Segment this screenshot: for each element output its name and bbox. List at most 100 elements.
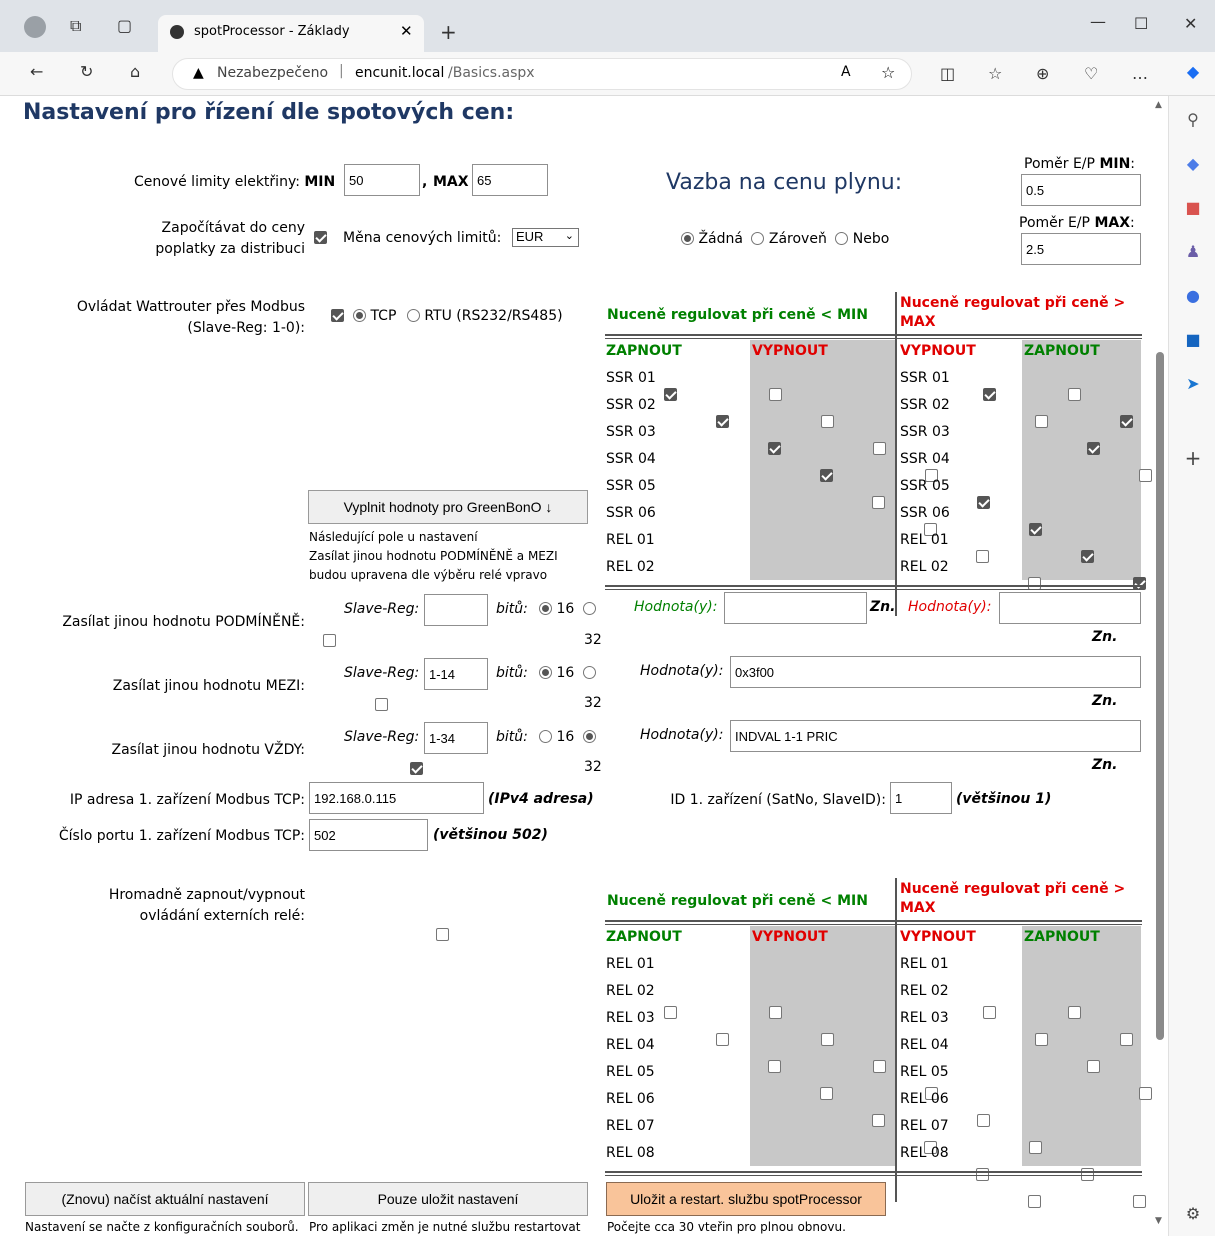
collections-icon[interactable]: ⊕ [1036,64,1049,83]
min-on-checkbox[interactable] [1028,1195,1041,1208]
mezi-values-input[interactable] [730,656,1141,688]
max-on-checkbox[interactable] [1120,415,1133,428]
settings-icon[interactable]: ⚙ [1183,1204,1203,1224]
maximize-icon[interactable]: ☐ [1134,14,1148,33]
browser-tab[interactable]: spotProcessor - Základy ✕ [158,15,424,52]
scroll-down-icon[interactable]: ▼ [1155,1216,1162,1226]
scrollbar-thumb[interactable] [1156,352,1164,1040]
id-input[interactable] [890,782,952,814]
scrollbar[interactable]: ▲ ▼ [1152,96,1168,1236]
min-off-checkbox[interactable] [769,388,782,401]
home-icon[interactable]: ⌂ [130,62,140,81]
read-aloud-icon[interactable]: A [841,64,851,80]
tab-actions-icon[interactable]: ▢ [117,16,132,35]
rtu-radio[interactable] [406,309,420,322]
min-on-checkbox[interactable] [976,550,989,563]
send-icon[interactable]: ➤ [1183,374,1203,394]
min-on-checkbox[interactable] [768,1060,781,1073]
min-off-checkbox[interactable] [821,1033,834,1046]
add-sidebar-icon[interactable]: + [1183,448,1203,468]
min-on-checkbox[interactable] [716,415,729,428]
mezi-32-radio[interactable] [582,666,596,679]
fill-greenbono-button[interactable]: Vyplnit hodnoty pro GreenBonO ↓ [308,490,588,524]
min-on-checkbox[interactable] [872,1114,885,1127]
refresh-icon[interactable]: ↻ [80,62,93,81]
gas-both-radio[interactable] [751,232,765,245]
reload-button[interactable]: (Znovu) načíst aktuální nastavení [25,1182,305,1216]
performance-icon[interactable]: ♡ [1084,64,1098,83]
gas-or-radio[interactable] [835,232,849,245]
favorites-icon[interactable]: ☆ [988,64,1002,83]
max-on-checkbox[interactable] [1120,1033,1133,1046]
min-off-checkbox[interactable] [1081,550,1094,563]
back-icon[interactable]: ← [30,62,43,81]
mezi-16-radio[interactable] [539,666,552,679]
modbus-checkbox[interactable] [331,309,345,322]
cond-min-values-input[interactable] [724,592,867,624]
always-reg-input[interactable] [424,722,488,754]
send-mezi-checkbox[interactable] [375,698,389,711]
port-input[interactable] [309,819,428,851]
always-16-radio[interactable] [539,730,552,743]
tcp-radio[interactable] [353,309,366,322]
currency-select[interactable]: EUR ⌄ [512,228,579,247]
cond-32-radio[interactable] [582,602,596,615]
min-on-checkbox[interactable] [820,469,833,482]
cond-max-values-input[interactable] [999,592,1141,624]
save-restart-button[interactable]: Uložit a restart. službu spotProcessor [606,1182,886,1216]
max-off-checkbox[interactable] [1087,442,1100,455]
bulk-checkbox[interactable] [436,928,450,941]
shopping-icon[interactable]: ◆ [1183,154,1203,174]
max-off-checkbox[interactable] [1139,1087,1152,1100]
cond-16-radio[interactable] [539,602,552,615]
profile-icon[interactable] [24,16,46,38]
save-button[interactable]: Pouze uložit nastavení [308,1182,588,1216]
max-price-input[interactable] [472,164,548,196]
min-off-checkbox[interactable] [821,415,834,428]
min-off-checkbox[interactable] [873,442,886,455]
gas-none-radio[interactable] [681,232,694,245]
search-icon[interactable]: ⚲ [1183,110,1203,130]
tools-icon[interactable]: ■ [1183,198,1203,218]
close-window-icon[interactable]: ✕ [1184,14,1197,33]
max-off-checkbox[interactable] [983,388,996,401]
outlook-icon[interactable]: ■ [1183,330,1203,350]
new-tab-icon[interactable]: + [440,20,457,44]
office-icon[interactable]: ● [1183,286,1203,306]
min-on-checkbox[interactable] [768,442,781,455]
min-on-checkbox[interactable] [820,1087,833,1100]
max-on-checkbox[interactable] [1068,1006,1081,1019]
max-off-checkbox[interactable] [983,1006,996,1019]
ratio-max-input[interactable] [1021,233,1141,265]
min-off-checkbox[interactable] [977,1114,990,1127]
ratio-min-input[interactable] [1021,174,1141,206]
split-screen-icon[interactable]: ◫ [940,64,955,83]
max-off-checkbox[interactable] [1035,1033,1048,1046]
min-off-checkbox[interactable] [1029,1141,1042,1154]
favorite-star-icon[interactable]: ☆ [881,63,895,82]
always-values-input[interactable] [730,720,1141,752]
min-off-checkbox[interactable] [1029,523,1042,536]
min-price-input[interactable] [344,164,420,196]
send-always-checkbox[interactable] [410,762,424,775]
max-off-checkbox[interactable] [1139,469,1152,482]
ip-input[interactable] [309,782,484,814]
copilot-icon[interactable]: ◆ [1183,62,1203,82]
min-off-checkbox[interactable] [977,496,990,509]
include-fees-checkbox[interactable] [314,231,327,244]
workspaces-icon[interactable]: ⧉ [70,16,81,36]
always-32-radio[interactable] [582,730,596,743]
max-off-checkbox[interactable] [1087,1060,1100,1073]
min-on-checkbox[interactable] [872,496,885,509]
min-off-checkbox[interactable] [769,1006,782,1019]
min-on-checkbox[interactable] [716,1033,729,1046]
min-off-checkbox[interactable] [1133,1195,1146,1208]
games-icon[interactable]: ♟ [1183,242,1203,262]
mezi-reg-input[interactable] [424,658,488,690]
tab-close-icon[interactable]: ✕ [400,22,413,40]
max-off-checkbox[interactable] [1035,415,1048,428]
url-bar[interactable]: ▲ Nezabezpečeno | encunit.local /Basics.… [172,58,912,90]
min-on-checkbox[interactable] [664,1006,677,1019]
cond-reg-input[interactable] [424,594,488,626]
send-cond-checkbox[interactable] [323,634,336,647]
